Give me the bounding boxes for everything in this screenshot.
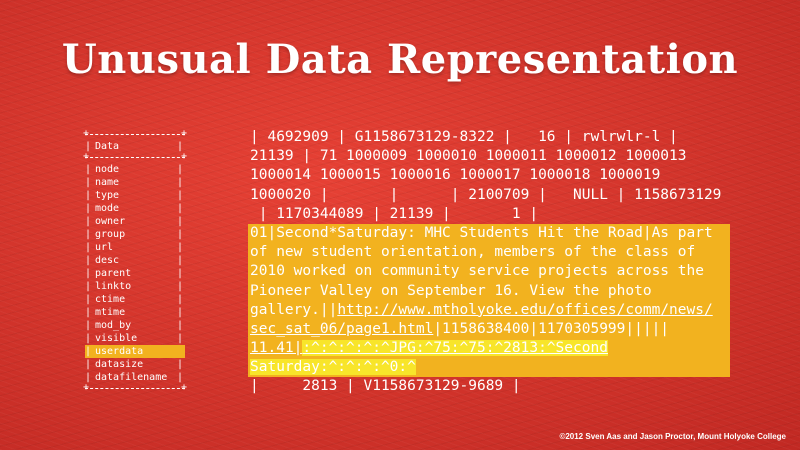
field-userdata: userdata xyxy=(85,345,185,358)
field-ctime: ctime xyxy=(85,293,185,306)
timestamps-tail: |1158638400|1170305999||||| xyxy=(433,320,670,337)
news-link-part2[interactable]: sec_sat_06/page1.html xyxy=(250,321,433,337)
field-owner: owner xyxy=(85,215,185,228)
field-url: url xyxy=(85,241,185,254)
record-tail-line-0: | 2813 | V1158673129-9689 | xyxy=(250,378,521,395)
field-mod_by: mod_by xyxy=(85,319,185,332)
field-desc: desc xyxy=(85,254,185,267)
line9: Saturday:^:^:^:^0:^ xyxy=(250,359,416,376)
record-plain-after: | 2813 | V1158673129-9689 | xyxy=(250,377,730,396)
record-line-1: 21139 | 71 1000009 1000010 1000011 10000… xyxy=(250,148,687,165)
highlighted-text-lines: 01|Second*Saturday: MHC Students Hit the… xyxy=(250,224,728,301)
line8-b: :^:^:^:^:^JPG:^75:^75:^2813:^Second xyxy=(302,340,608,357)
slide-title: Unusual Data Representation xyxy=(61,36,739,83)
field-node: node xyxy=(85,163,185,176)
table-top-border xyxy=(83,127,187,140)
table-bottom-border xyxy=(83,381,187,394)
raw-record: | 4692909 | G1158673129-8322 | 16 | rwlr… xyxy=(248,128,730,397)
record-line-2: 1000014 1000015 1000016 1000017 1000018 … xyxy=(250,167,661,184)
highlighted-userdata-block: 01|Second*Saturday: MHC Students Hit the… xyxy=(248,223,730,378)
field-parent: parent xyxy=(85,267,185,280)
highlight-line-3: Pioneer Valley on September 16. View the… xyxy=(250,282,652,299)
record-line-3: 1000020 | | | 2100709 | NULL | 115867312… xyxy=(250,186,722,203)
field-group: group xyxy=(85,228,185,241)
field-name: name xyxy=(85,176,185,189)
highlight-line-9: Saturday:^:^:^:^0:^ xyxy=(250,358,728,377)
copyright-credit: ©2012 Sven Aas and Jason Proctor, Mount … xyxy=(559,432,786,441)
highlight-line-8: 11.41|:^:^:^:^:^JPG:^75:^75:^2813:^Secon… xyxy=(250,339,728,358)
highlight-line-2: 2010 worked on community service project… xyxy=(250,263,704,280)
record-line-0: | 4692909 | G1158673129-8322 | 16 | rwlr… xyxy=(250,129,678,145)
gallery-prefix: gallery.|| xyxy=(250,301,338,318)
highlight-line-1: of new student orientation, members of t… xyxy=(250,244,696,261)
highlight-line-link2: sec_sat_06/page1.html|1158638400|1170305… xyxy=(250,320,728,339)
line8-a: 11.41| xyxy=(250,340,303,357)
field-linkto: linkto xyxy=(85,280,185,293)
highlight-line-gallery: gallery.||http://www.mtholyoke.edu/offic… xyxy=(250,301,728,320)
data-fields-table: Data nodenametypemodeownergroupurldescpa… xyxy=(83,127,187,394)
highlight-line-0: 01|Second*Saturday: MHC Students Hit the… xyxy=(250,224,713,241)
field-datasize: datasize xyxy=(85,358,185,371)
field-type: type xyxy=(85,189,185,202)
field-datafilename: datafilename xyxy=(85,371,185,384)
record-plain-before: | 4692909 | G1158673129-8322 | 16 | rwlr… xyxy=(250,128,730,224)
field-list: nodenametypemodeownergroupurldescparentl… xyxy=(85,163,185,384)
field-visible: visible xyxy=(85,332,185,345)
field-mode: mode xyxy=(85,202,185,215)
field-mtime: mtime xyxy=(85,306,185,319)
record-line-4: | 1170344089 | 21139 | 1 | xyxy=(250,205,539,222)
news-link-part1[interactable]: http://www.mtholyoke.edu/offices/comm/ne… xyxy=(337,302,712,318)
table-header: Data xyxy=(85,140,185,153)
table-header-border xyxy=(83,150,187,163)
